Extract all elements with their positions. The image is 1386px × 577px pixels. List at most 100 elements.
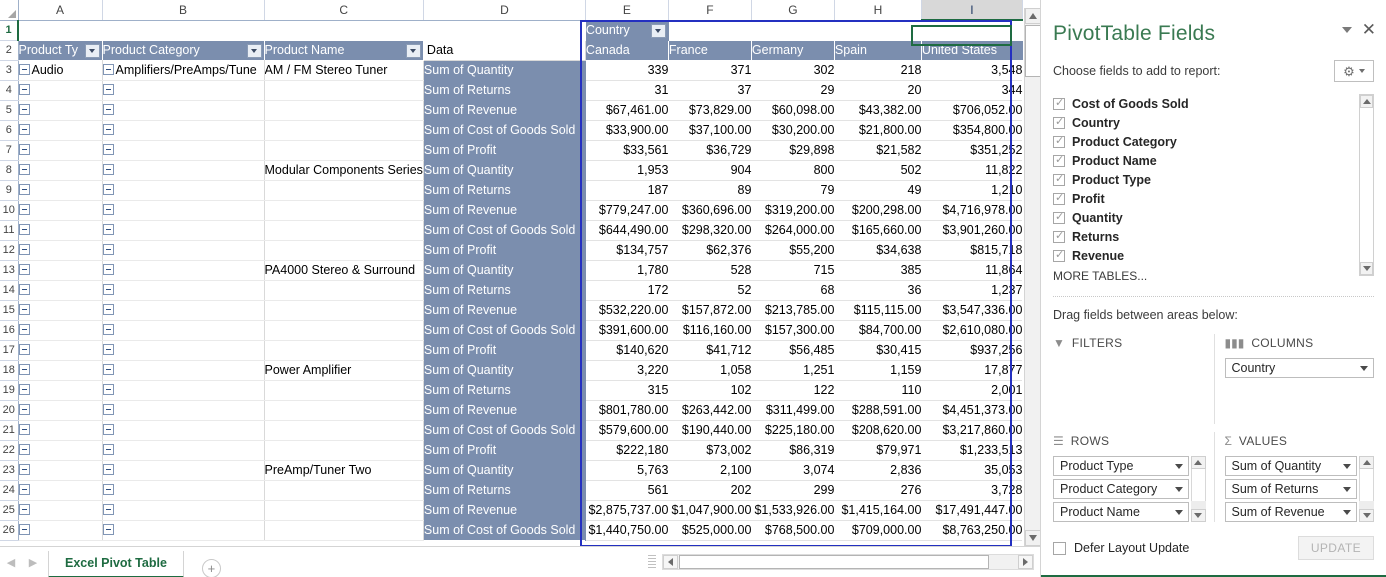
collapse-minus-icon[interactable]: [18, 504, 30, 516]
collapse-minus-icon[interactable]: [18, 364, 30, 376]
cell-g9-value[interactable]: 79: [751, 180, 835, 201]
cell-i13-value[interactable]: 11,864: [921, 260, 1023, 281]
field-checkbox[interactable]: [1053, 191, 1065, 205]
cell-c6-product-name[interactable]: [264, 120, 424, 141]
cell-g22-value[interactable]: $86,319: [751, 440, 835, 461]
cell-d17-measure[interactable]: Sum of Profit: [423, 340, 586, 360]
cell-f4-value[interactable]: 37: [668, 80, 752, 101]
cell-c17-product-name[interactable]: [264, 340, 424, 361]
cell-g11-value[interactable]: $264,000.00: [751, 220, 835, 241]
collapse-minus-icon[interactable]: [102, 204, 114, 216]
rows-scroll-up[interactable]: [1190, 456, 1206, 469]
header-product-name[interactable]: Product Name: [264, 40, 424, 60]
cell-a22-product-type[interactable]: [18, 440, 103, 461]
column-header-b[interactable]: B: [102, 0, 265, 21]
field-item-country[interactable]: Country: [1053, 113, 1374, 132]
row-header-5[interactable]: 5: [0, 100, 19, 121]
collapse-minus-icon[interactable]: [18, 144, 30, 156]
cell-b24-product-category[interactable]: [102, 480, 265, 501]
collapse-minus-icon[interactable]: [18, 464, 30, 476]
cell-d5-measure[interactable]: Sum of Revenue: [423, 100, 586, 120]
cell-e7-value[interactable]: $33,561: [585, 140, 669, 161]
cell-h15-value[interactable]: $115,115.00: [834, 300, 922, 321]
cell-i3-value[interactable]: 3,548: [921, 60, 1023, 81]
defer-layout-update-control[interactable]: Defer Layout Update: [1053, 541, 1189, 555]
row-header-20[interactable]: 20: [0, 400, 19, 421]
filters-dropzone[interactable]: [1053, 352, 1206, 424]
cell-f5-value[interactable]: $73,829.00: [668, 100, 752, 121]
cell-i8-value[interactable]: 11,822: [921, 160, 1023, 181]
update-button[interactable]: UPDATE: [1297, 536, 1374, 560]
collapse-minus-icon[interactable]: [18, 84, 30, 96]
row-header-2[interactable]: 2: [0, 40, 19, 61]
cell-e16-value[interactable]: $391,600.00: [585, 320, 669, 341]
row-header-26[interactable]: 26: [0, 520, 19, 541]
cell-d25-measure[interactable]: Sum of Revenue: [423, 500, 586, 520]
cell-c4-product-name[interactable]: [264, 80, 424, 101]
more-tables-link[interactable]: MORE TABLES...: [1053, 269, 1374, 283]
collapse-minus-icon[interactable]: [18, 424, 30, 436]
row-header-14[interactable]: 14: [0, 280, 19, 301]
row-header-23[interactable]: 23: [0, 460, 19, 481]
column-header-row[interactable]: ABCDEFGHI: [0, 0, 1023, 21]
cell-a17-product-type[interactable]: [18, 340, 103, 361]
cell-f8-value[interactable]: 904: [668, 160, 752, 181]
collapse-minus-icon[interactable]: [18, 104, 30, 116]
cell-c24-product-name[interactable]: [264, 480, 424, 501]
row-header-10[interactable]: 10: [0, 200, 19, 221]
cell-d4-measure[interactable]: Sum of Returns: [423, 80, 586, 100]
cell-f1[interactable]: [668, 20, 752, 40]
cell-h22-value[interactable]: $79,971: [834, 440, 922, 461]
cell-g20-value[interactable]: $311,499.00: [751, 400, 835, 421]
cell-g8-value[interactable]: 800: [751, 160, 835, 181]
field-checkbox[interactable]: [1053, 96, 1065, 110]
cell-i12-value[interactable]: $815,718: [921, 240, 1023, 261]
collapse-minus-icon[interactable]: [102, 364, 114, 376]
row-header-11[interactable]: 11: [0, 220, 19, 241]
rows-chip-product-category[interactable]: Product Category: [1053, 479, 1189, 499]
collapse-minus-icon[interactable]: [102, 384, 114, 396]
collapse-minus-icon[interactable]: [102, 124, 114, 136]
field-list[interactable]: Cost of Goods Sold Country Product Categor…: [1053, 94, 1374, 284]
row-header-16[interactable]: 16: [0, 320, 19, 341]
field-checkbox[interactable]: [1053, 248, 1065, 262]
cell-d10-measure[interactable]: Sum of Revenue: [423, 200, 586, 220]
cell-f24-value[interactable]: 202: [668, 480, 752, 501]
collapse-minus-icon[interactable]: [102, 84, 114, 96]
cell-i20-value[interactable]: $4,451,373.00: [921, 400, 1023, 421]
split-grip-icon[interactable]: [648, 555, 656, 569]
cell-i14-value[interactable]: 1,237: [921, 280, 1023, 301]
cell-c10-product-name[interactable]: [264, 200, 424, 221]
rows-scroll-track[interactable]: [1190, 469, 1206, 501]
cell-d18-measure[interactable]: Sum of Quantity: [423, 360, 586, 380]
cell-h12-value[interactable]: $34,638: [834, 240, 922, 261]
cell-d9-measure[interactable]: Sum of Returns: [423, 180, 586, 200]
cell-d16-measure[interactable]: Sum of Cost of Goods Sold: [423, 320, 586, 340]
cell-f20-value[interactable]: $263,442.00: [668, 400, 752, 421]
rows-chip-product-type[interactable]: Product Type: [1053, 456, 1189, 476]
collapse-minus-icon[interactable]: [18, 444, 30, 456]
cell-b19-product-category[interactable]: [102, 380, 265, 401]
cell-a23-product-type[interactable]: [18, 460, 103, 481]
vertical-scrollbar[interactable]: [1024, 8, 1040, 546]
chevron-down-icon[interactable]: [1343, 509, 1351, 515]
row-header-6[interactable]: 6: [0, 120, 19, 141]
scroll-down-button[interactable]: [1025, 530, 1040, 546]
column-header-d[interactable]: D: [423, 0, 586, 21]
country-header-france[interactable]: France: [668, 40, 752, 60]
cell-d24-measure[interactable]: Sum of Returns: [423, 480, 586, 500]
cell-b4-product-category[interactable]: [102, 80, 265, 101]
values-scroll-up[interactable]: [1359, 456, 1374, 469]
collapse-minus-icon[interactable]: [102, 464, 114, 476]
cell-h13-value[interactable]: 385: [834, 260, 922, 281]
cell-e12-value[interactable]: $134,757: [585, 240, 669, 261]
cell-h11-value[interactable]: $165,660.00: [834, 220, 922, 241]
cell-a21-product-type[interactable]: [18, 420, 103, 441]
cell-i24-value[interactable]: 3,728: [921, 480, 1023, 501]
cell-f18-value[interactable]: 1,058: [668, 360, 752, 381]
cell-b21-product-category[interactable]: [102, 420, 265, 441]
cell-i21-value[interactable]: $3,217,860.00: [921, 420, 1023, 441]
cell-b17-product-category[interactable]: [102, 340, 265, 361]
collapse-minus-icon[interactable]: [18, 224, 30, 236]
cell-h20-value[interactable]: $288,591.00: [834, 400, 922, 421]
